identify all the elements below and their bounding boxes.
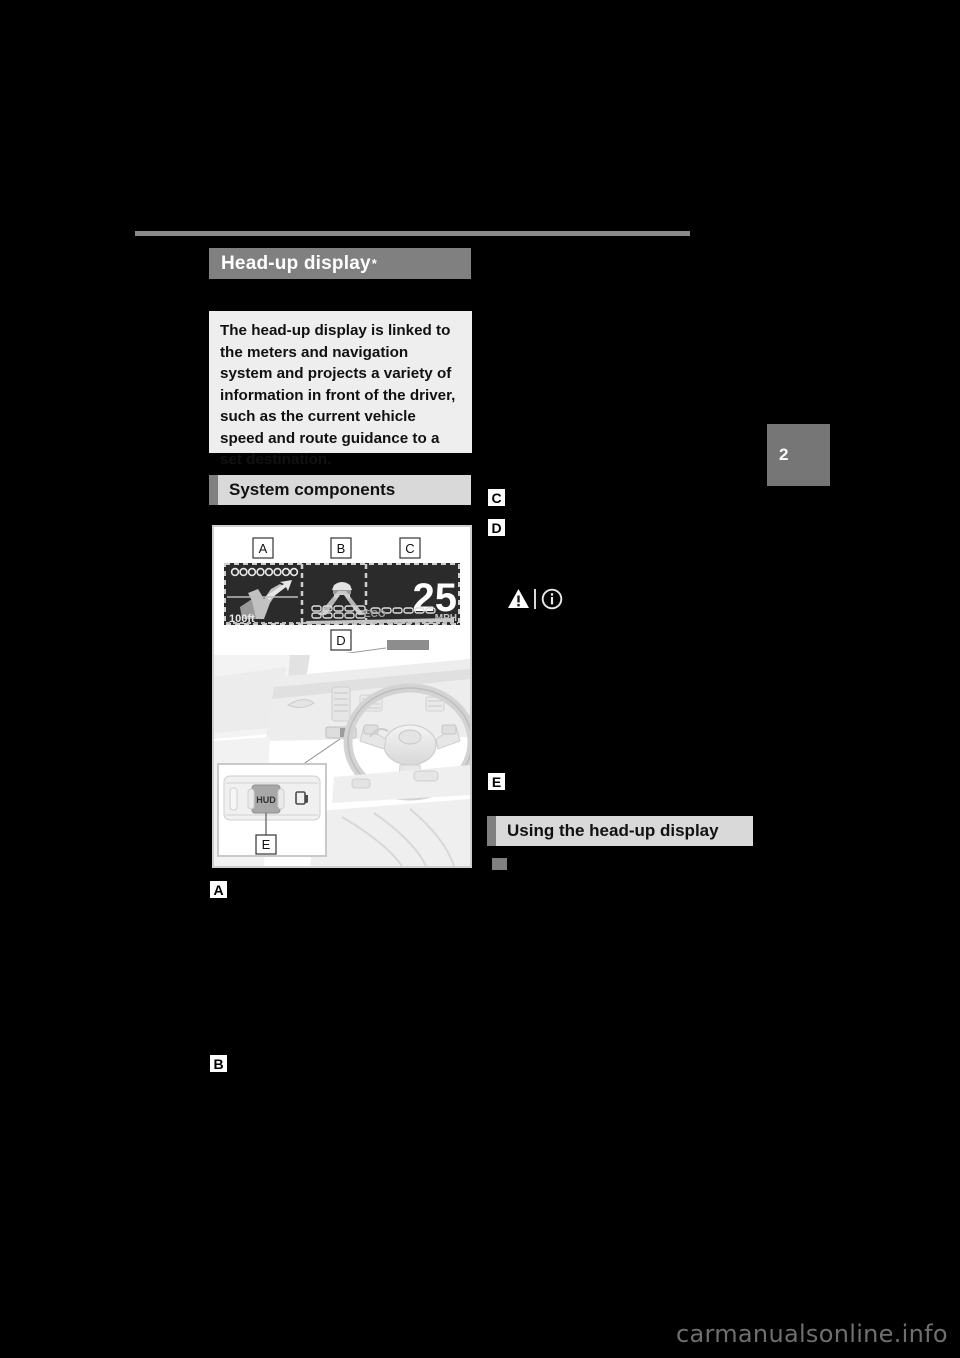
heading-using-head-up-display-label: Using the head-up display <box>507 821 719 840</box>
page-title: Head-up display * <box>209 248 471 279</box>
info-circle-icon <box>539 586 564 611</box>
heading-system-components-label: System components <box>229 480 396 499</box>
svg-text:D: D <box>336 633 345 648</box>
notice-divider <box>534 588 536 609</box>
callout-marker-b: B <box>209 1054 228 1073</box>
heading-using-head-up-display: Using the head-up display <box>487 816 753 846</box>
callout-marker-d: D <box>487 518 506 537</box>
chapter-tab: 2 <box>767 424 830 486</box>
intro-description: The head-up display is linked to the met… <box>209 311 472 468</box>
heading-system-components: System components <box>209 475 471 505</box>
system-components-illustration: A B C 100ft 25 ECO D HUD E <box>212 525 472 868</box>
svg-text:HUD: HUD <box>256 795 276 805</box>
header-rule <box>135 231 690 236</box>
heading-accent-bar <box>209 475 218 505</box>
svg-text:B: B <box>337 541 346 556</box>
notice-icon-group <box>506 586 564 611</box>
svg-text:ECO: ECO <box>364 609 386 620</box>
footnote-asterisk: * <box>371 256 378 271</box>
page-title-text: Head-up display <box>221 252 371 274</box>
svg-text:C: C <box>405 541 414 556</box>
square-bullet-marker <box>492 858 507 870</box>
manual-page: 2 Head-up display * The head-up display i… <box>0 0 960 1358</box>
heading-accent-bar <box>487 816 496 846</box>
callout-marker-e: E <box>487 772 506 791</box>
svg-text:E: E <box>262 837 271 852</box>
callout-marker-a: A <box>209 880 228 899</box>
site-watermark: carmanualsonline.info <box>676 1320 948 1348</box>
callout-marker-c: C <box>487 488 506 507</box>
warning-triangle-icon <box>506 586 531 611</box>
svg-text:A: A <box>259 541 268 556</box>
